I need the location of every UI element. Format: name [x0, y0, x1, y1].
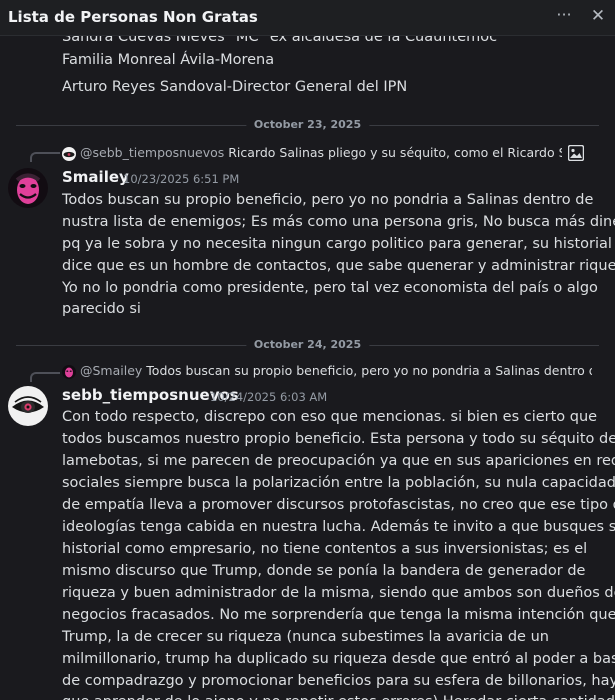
previous-message-line: Sandra Cuevas Nieves "MC" ex alcaldesa d… [62, 36, 498, 45]
message-body-line: milmillonario, trump ha duplicado su riq… [62, 651, 615, 667]
pink-mask-avatar-mini-icon [62, 364, 76, 379]
app-window: Lista de Personas Non Gratas ··· ✕ Sandr… [0, 0, 615, 700]
reply-excerpt[interactable]: Todos buscan su propio beneficio, pero y… [146, 363, 592, 378]
message-body-line: Trump, la de crecer su riqueza (nunca su… [62, 629, 549, 645]
message-body-line: todos buscamos nuestro propio beneficio.… [62, 431, 615, 447]
reply-mention[interactable]: @sebb_tiemposnuevos [80, 145, 224, 160]
message-body-line: negocios fracasados. No me sorprendería … [62, 607, 615, 623]
more-options-icon[interactable]: ··· [553, 5, 575, 27]
thread-titlebar: Lista de Personas Non Gratas ··· ✕ [0, 0, 615, 36]
image-icon[interactable] [567, 144, 585, 162]
message-body-line: mismo discurso que Trump, donde se ponía… [62, 563, 586, 579]
eye-avatar[interactable] [8, 386, 48, 426]
message-body-line: de compadrazgo y promocionar beneficios … [62, 673, 615, 689]
message-body-line: nustra lista de enemigos; Es más como un… [62, 214, 615, 230]
message-body-line: pq ya le sobra y no necesita ningun carg… [62, 236, 615, 252]
reply-spine [30, 152, 60, 162]
message-body-line: historial como empresario, no tiene cont… [62, 541, 588, 557]
eye-avatar-mini-icon [62, 146, 76, 161]
message-body-line: que aprender de lo ajeno y no repetir es… [62, 691, 615, 700]
message-body-line: parecido si [62, 301, 141, 317]
reply-reference[interactable]: @Smailey Todos buscan su propio benefici… [62, 363, 592, 381]
message-timestamp: 10/23/2025 6:51 PM [123, 172, 240, 186]
message-body-line: riqueza y buen administrador de la misma… [62, 585, 615, 601]
message-author[interactable]: Smailey [62, 168, 129, 186]
thread-title: Lista de Personas Non Gratas [8, 8, 258, 26]
message-body-line: lamebotas, si me parecen de preocupación… [62, 453, 615, 469]
previous-message-line: Familia Monreal Ávila-Morena [62, 52, 275, 68]
close-icon[interactable]: ✕ [587, 5, 609, 27]
message-list: Sandra Cuevas Nieves "MC" ex alcaldesa d… [0, 36, 615, 700]
date-divider-label: October 23, 2025 [245, 118, 370, 132]
message-body-line: Todos buscan su propio beneficio, pero y… [62, 192, 594, 208]
message-body-line: sociales siempre busca la polarización e… [62, 475, 615, 491]
reply-mention[interactable]: @Smailey [80, 363, 142, 378]
pink-mask-avatar[interactable] [8, 168, 48, 208]
date-divider: October 23, 2025 [16, 118, 599, 132]
date-divider-label: October 24, 2025 [245, 338, 370, 352]
message-timestamp: 10/24/2025 6:03 AM [210, 390, 328, 404]
date-divider: October 24, 2025 [16, 338, 599, 352]
message-body-line: Yo no lo pondria como presidente, pero t… [62, 280, 598, 296]
message-body-line: ideologías tenga cabida en nuestra lucha… [62, 519, 615, 535]
message-body-line: dice que es un hombre de contactos, que … [62, 258, 615, 274]
reply-spine [30, 372, 60, 382]
message-body-line: de empatía lleva a promover discursos pr… [62, 497, 615, 513]
previous-message-line: Arturo Reyes Sandoval-Director General d… [62, 79, 408, 95]
message-body-line: Con todo respecto, discrepo con eso que … [62, 409, 598, 425]
reply-excerpt[interactable]: Ricardo Salinas pliego y su séquito, com… [228, 145, 562, 160]
reply-reference[interactable]: @sebb_tiemposnuevos Ricardo Salinas plie… [62, 145, 562, 163]
